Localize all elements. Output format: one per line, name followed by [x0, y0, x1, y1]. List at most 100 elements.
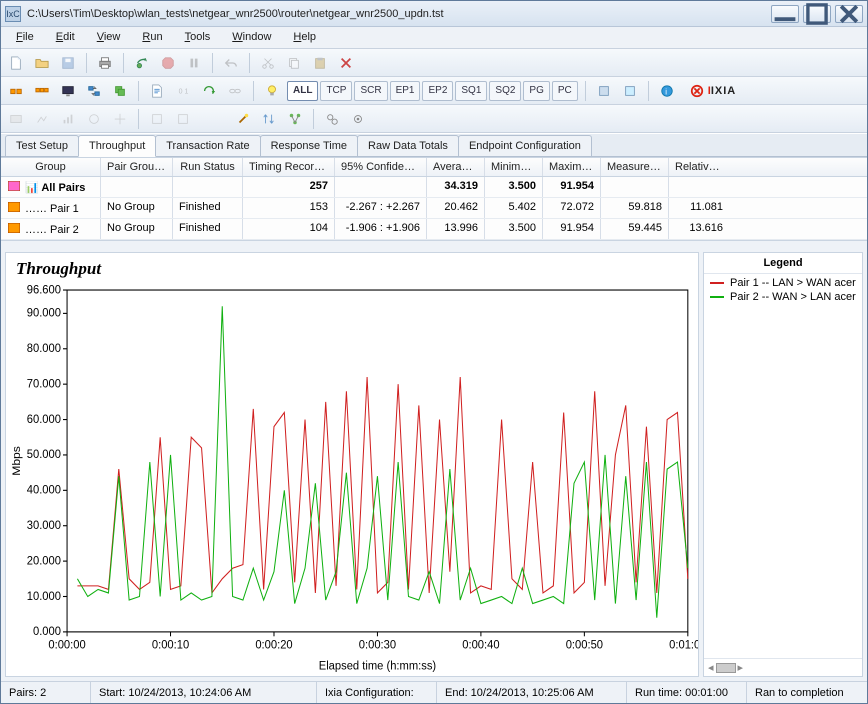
- clone-icon[interactable]: [109, 80, 131, 102]
- t3-6-icon[interactable]: [146, 108, 168, 130]
- menu-view[interactable]: View: [86, 27, 132, 48]
- t3-4-icon[interactable]: [83, 108, 105, 130]
- col-header[interactable]: Minimum (Mbps): [485, 158, 543, 176]
- tab-test-setup[interactable]: Test Setup: [5, 135, 79, 156]
- table-row[interactable]: …… Pair 1No GroupFinished153-2.267 : +2.…: [1, 198, 867, 219]
- cell: -1.906 : +1.906: [335, 219, 427, 239]
- tab-throughput[interactable]: Throughput: [78, 135, 156, 157]
- filter-pg[interactable]: PG: [523, 81, 549, 101]
- run-icon[interactable]: [131, 52, 153, 74]
- link-icon[interactable]: [224, 80, 246, 102]
- cell: 13.996: [427, 219, 485, 239]
- t3-3-icon[interactable]: [57, 108, 79, 130]
- filter-chips: ALLTCPSCREP1EP2SQ1SQ2PGPC: [287, 81, 578, 101]
- menu-file[interactable]: File: [5, 27, 45, 48]
- col-header[interactable]: Run Status: [173, 158, 243, 176]
- col-header[interactable]: Average (Mbps): [427, 158, 485, 176]
- t3-2-icon[interactable]: [31, 108, 53, 130]
- filter-ep1[interactable]: EP1: [390, 81, 421, 101]
- monitor-icon[interactable]: [57, 80, 79, 102]
- delete-icon[interactable]: [335, 52, 357, 74]
- filter-all[interactable]: ALL: [287, 81, 318, 101]
- col-header[interactable]: Maximum (Mbps): [543, 158, 601, 176]
- legend-item[interactable]: Pair 2 -- WAN > LAN acer: [704, 290, 862, 304]
- export-icon[interactable]: [593, 80, 615, 102]
- col-header[interactable]: Pair Group Name: [101, 158, 173, 176]
- stop-icon[interactable]: [157, 52, 179, 74]
- legend-swatch: [710, 296, 724, 298]
- wand-icon[interactable]: [232, 108, 254, 130]
- pause-icon[interactable]: [183, 52, 205, 74]
- open-icon[interactable]: [31, 52, 53, 74]
- gears-icon[interactable]: [321, 108, 343, 130]
- col-header[interactable]: Group: [1, 158, 101, 176]
- table-row[interactable]: 📊 All Pairs25734.3193.50091.954: [1, 177, 867, 198]
- col-header[interactable]: Measured Time (sec): [601, 158, 669, 176]
- svg-text:0:01:00: 0:01:00: [669, 638, 698, 652]
- paste-icon[interactable]: [309, 52, 331, 74]
- legend-item[interactable]: Pair 1 -- LAN > WAN acer: [704, 276, 862, 290]
- tab-response-time[interactable]: Response Time: [260, 135, 358, 156]
- cell: [101, 177, 173, 197]
- swap-icon[interactable]: [83, 80, 105, 102]
- menu-edit[interactable]: Edit: [45, 27, 86, 48]
- menu-run[interactable]: Run: [131, 27, 173, 48]
- sort-icon[interactable]: [258, 108, 280, 130]
- cell: …… Pair 2: [1, 219, 101, 239]
- brand-text: IXIA: [711, 85, 736, 97]
- info-icon[interactable]: i: [656, 80, 678, 102]
- cell: [601, 177, 669, 197]
- throughput-chart[interactable]: 0.00010.00020.00030.00040.00050.00060.00…: [6, 279, 698, 676]
- t3-5-icon[interactable]: [109, 108, 131, 130]
- menu-help[interactable]: Help: [282, 27, 327, 48]
- script-icon[interactable]: [146, 80, 168, 102]
- svg-text:90.000: 90.000: [27, 306, 62, 320]
- gears2-icon[interactable]: [347, 108, 369, 130]
- menu-window[interactable]: Window: [221, 27, 282, 48]
- add-group-icon[interactable]: [31, 80, 53, 102]
- legend-swatch: [710, 282, 724, 284]
- legend-pane: Legend Pair 1 -- LAN > WAN acerPair 2 --…: [703, 252, 863, 677]
- table-row[interactable]: …… Pair 2No GroupFinished104-1.906 : +1.…: [1, 219, 867, 240]
- refresh-icon[interactable]: [198, 80, 220, 102]
- maximize-button[interactable]: [803, 5, 831, 23]
- filter-sq1[interactable]: SQ1: [455, 81, 487, 101]
- col-header[interactable]: Relative Precision: [669, 158, 729, 176]
- copy-icon[interactable]: [283, 52, 305, 74]
- filter-pc[interactable]: PC: [552, 81, 578, 101]
- tab-transaction-rate[interactable]: Transaction Rate: [155, 135, 260, 156]
- export2-icon[interactable]: [619, 80, 641, 102]
- splitter[interactable]: [1, 240, 867, 248]
- new-icon[interactable]: [5, 52, 27, 74]
- network-icon[interactable]: [284, 108, 306, 130]
- add-pair-icon[interactable]: [5, 80, 27, 102]
- legend-scrollbar[interactable]: ◂ ▸: [704, 658, 862, 676]
- cut-icon[interactable]: [257, 52, 279, 74]
- tab-raw-data-totals[interactable]: Raw Data Totals: [357, 135, 459, 156]
- svg-text:0.000: 0.000: [33, 625, 61, 639]
- minimize-button[interactable]: [771, 5, 799, 23]
- col-header[interactable]: Timing Records Completed: [243, 158, 335, 176]
- lightbulb-icon[interactable]: [261, 80, 283, 102]
- binary-icon[interactable]: 0 1: [172, 80, 194, 102]
- menu-tools[interactable]: Tools: [174, 27, 222, 48]
- svg-text:0 1: 0 1: [179, 88, 189, 95]
- cell: 11.081: [669, 198, 729, 218]
- cell: 📊 All Pairs: [1, 177, 101, 197]
- menubar: FileEditViewRunToolsWindowHelp: [1, 27, 867, 49]
- filter-ep2[interactable]: EP2: [422, 81, 453, 101]
- filter-sq2[interactable]: SQ2: [489, 81, 521, 101]
- filter-scr[interactable]: SCR: [354, 81, 387, 101]
- svg-text:80.000: 80.000: [27, 342, 62, 356]
- status-end: End: 10/24/2013, 10:25:06 AM: [437, 682, 627, 703]
- filter-tcp[interactable]: TCP: [320, 81, 352, 101]
- t3-1-icon[interactable]: [5, 108, 27, 130]
- tab-endpoint-configuration[interactable]: Endpoint Configuration: [458, 135, 592, 156]
- app-icon: IxC: [5, 6, 21, 22]
- col-header[interactable]: 95% Confidence Interval: [335, 158, 427, 176]
- close-button[interactable]: [835, 5, 863, 23]
- undo-icon[interactable]: [220, 52, 242, 74]
- print-icon[interactable]: [94, 52, 116, 74]
- t3-7-icon[interactable]: [172, 108, 194, 130]
- save-icon[interactable]: [57, 52, 79, 74]
